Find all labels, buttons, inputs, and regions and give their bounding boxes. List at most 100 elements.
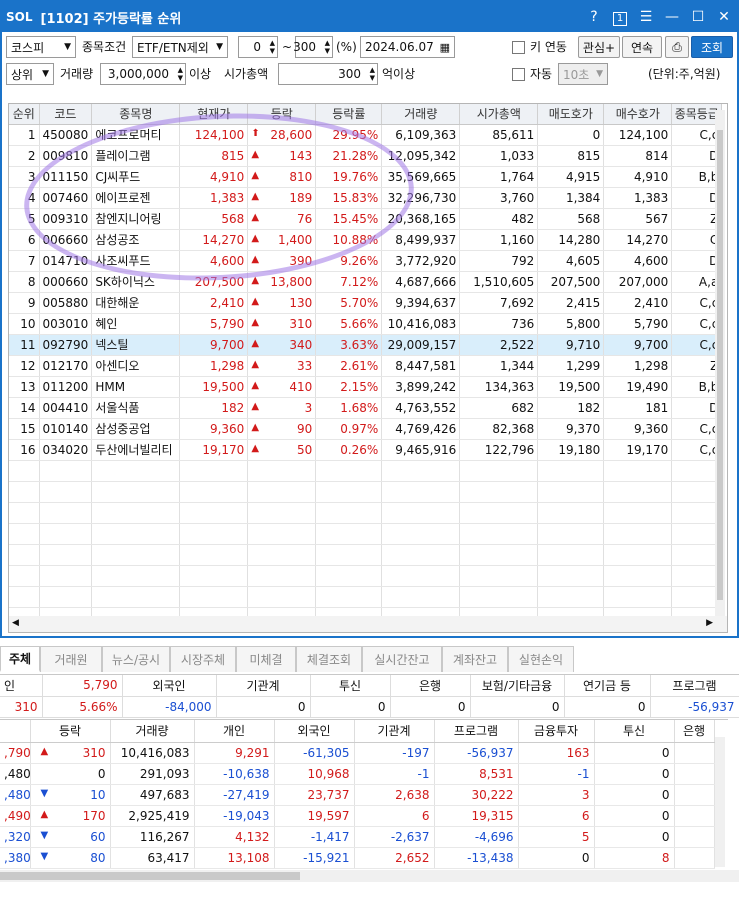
tab-6[interactable]: 체결조회 bbox=[296, 646, 362, 672]
key-link-checkbox[interactable] bbox=[512, 41, 525, 54]
rank-cell: 12 bbox=[9, 355, 40, 377]
column-header[interactable]: 시가총액 bbox=[459, 104, 539, 125]
column-header[interactable]: 등락률 bbox=[315, 104, 383, 125]
scroll-thumb[interactable] bbox=[717, 130, 723, 600]
table-row[interactable]: 8 000660 SK하이닉스 207,500 ▲ 13,800 7.12% 4,687,66… bbox=[9, 271, 723, 293]
flow-cell: 4,132 bbox=[194, 826, 275, 848]
table-row[interactable]: 2 009810 플레이그램 815 ▲ 143 21.28% 12,095,342 1,033… bbox=[9, 145, 723, 167]
up-triangle-icon: ▲ bbox=[251, 232, 260, 244]
tab-5[interactable]: 미체결 bbox=[236, 646, 296, 672]
stepper-icon[interactable]: ▲ ▼ bbox=[270, 39, 275, 55]
query-button[interactable]: 조회 bbox=[691, 36, 733, 58]
table-row[interactable]: 4 007460 에이프로젠 1,383 ▲ 189 15.83% 32,296,730 3,7… bbox=[9, 187, 723, 209]
date-field[interactable]: 2024.06.07 ▦ bbox=[360, 36, 455, 58]
ask-cell: 1,299 bbox=[537, 355, 605, 377]
auto-checkbox[interactable] bbox=[512, 68, 525, 81]
ask-cell: 4,915 bbox=[537, 166, 605, 188]
name-cell: SK하이닉스 bbox=[91, 271, 181, 293]
market-select[interactable]: 코스피 ▼ bbox=[6, 36, 76, 58]
bid-cell: 19,490 bbox=[603, 376, 673, 398]
table-row[interactable]: 11 092790 넥스틸 9,700 ▲ 340 3.63% 29,009,157 2,522… bbox=[9, 334, 723, 356]
price-cell: 9,700 bbox=[179, 334, 249, 356]
cap-spinner[interactable]: 300 ▲ ▼ bbox=[278, 63, 378, 85]
stepper-icon[interactable]: ▲ ▼ bbox=[370, 66, 375, 82]
up-arrow-icon: ⬆ bbox=[251, 127, 260, 139]
to-spinner[interactable]: 300 ▲ ▼ bbox=[293, 36, 333, 58]
investor-value: 0 bbox=[310, 696, 391, 718]
scroll-right-icon[interactable]: ▶ bbox=[706, 618, 713, 628]
tab-1[interactable]: 주체 bbox=[0, 646, 40, 672]
minimize-icon[interactable]: — bbox=[659, 9, 685, 25]
table-row[interactable]: 1 450080 에코프로머티 124,100 ⬆ 28,600 29.95% 6,109,3… bbox=[9, 124, 723, 146]
column-header[interactable]: 등락 bbox=[247, 104, 317, 125]
column-header[interactable]: 코드 bbox=[39, 104, 93, 125]
interval-select[interactable]: 10초 ▼ bbox=[558, 63, 608, 85]
interest-add-button[interactable]: 관심+ bbox=[578, 36, 620, 58]
empty-cell bbox=[39, 523, 93, 545]
from-spinner[interactable]: 0 ▲ ▼ bbox=[238, 36, 278, 58]
cond-select[interactable]: ETF/ETN제외 ▼ bbox=[132, 36, 228, 58]
tab-2[interactable]: 거래원 bbox=[40, 646, 102, 672]
calendar-icon[interactable]: ▦ bbox=[440, 41, 450, 54]
table-row[interactable]: 12 012170 아센디오 1,298 ▲ 33 2.61% 8,447,581 1,344 1… bbox=[9, 355, 723, 377]
table-row[interactable]: 9 005880 대한해운 2,410 ▲ 130 5.70% 9,394,637 7,692 2… bbox=[9, 292, 723, 314]
table-row[interactable]: 16 034020 두산에너빌리티 19,170 ▲ 50 0.26% 9,465,916 12… bbox=[9, 439, 723, 461]
change-cell: ▲ 310 bbox=[30, 742, 111, 764]
menu-icon[interactable]: ☰ bbox=[633, 9, 659, 25]
tab-3[interactable]: 뉴스/공시 bbox=[102, 646, 170, 672]
table-row[interactable]: 5 009310 참엔지니어링 568 ▲ 76 15.45% 20,368,165 482 56… bbox=[9, 208, 723, 230]
change-cell: 0 bbox=[30, 763, 111, 785]
column-header[interactable]: 매도호가 bbox=[537, 104, 605, 125]
table-row[interactable]: 10 003010 혜인 5,790 ▲ 310 5.66% 10,416,083 736 5,8… bbox=[9, 313, 723, 335]
horizontal-scrollbar[interactable]: ◀ ▶ bbox=[9, 616, 727, 632]
tab-9[interactable]: 실현손익 bbox=[508, 646, 574, 672]
print-icon[interactable]: ⎙ bbox=[665, 36, 689, 58]
detail-vertical-scrollbar[interactable] bbox=[715, 737, 725, 867]
flow-cell: 8,531 bbox=[434, 763, 519, 785]
scroll-left-icon[interactable]: ◀ bbox=[12, 618, 19, 628]
flow-cell: -10,638 bbox=[194, 763, 275, 785]
detail-row[interactable]: ,320 ▼ 60 116,267 4,132 -1,417 -2,637 -4,696 5 0 bbox=[0, 826, 715, 848]
rank-select[interactable]: 상위 ▼ bbox=[6, 63, 54, 85]
detail-horizontal-scrollbar[interactable] bbox=[0, 870, 739, 882]
column-header[interactable]: 현재가 bbox=[179, 104, 249, 125]
table-row[interactable]: 3 011150 CJ씨푸드 4,910 ▲ 810 19.76% 35,569,665 1,7… bbox=[9, 166, 723, 188]
column-header[interactable]: 순위 bbox=[9, 104, 40, 125]
detail-row[interactable]: ,380 ▼ 80 63,417 13,108 -15,921 2,652 -13,438 0 8 bbox=[0, 847, 715, 869]
stepper-icon[interactable]: ▲ ▼ bbox=[178, 66, 183, 82]
maximize-icon[interactable]: ☐ bbox=[685, 9, 711, 25]
table-row[interactable]: 13 011200 HMM 19,500 ▲ 410 2.15% 3,899,242 134,3… bbox=[9, 376, 723, 398]
tab-4[interactable]: 시장주체 bbox=[170, 646, 236, 672]
column-header[interactable]: 매수호가 bbox=[603, 104, 673, 125]
column-header[interactable]: 거래량 bbox=[381, 104, 461, 125]
column-header[interactable]: 종목명 bbox=[91, 104, 181, 125]
one-icon[interactable]: 1 bbox=[607, 9, 633, 26]
close-icon[interactable]: ✕ bbox=[711, 9, 737, 25]
flow-cell: 2,638 bbox=[354, 784, 435, 806]
scroll-thumb[interactable] bbox=[0, 872, 300, 880]
detail-row[interactable]: ,480 0 291,093 -10,638 10,968 -1 8,531 -1 0 bbox=[0, 763, 715, 785]
detail-row[interactable]: ,490 ▲ 170 2,925,419 -19,043 19,597 6 19,315 6 0 bbox=[0, 805, 715, 827]
rank-cell: 14 bbox=[9, 397, 40, 419]
table-row[interactable]: 14 004410 서울식품 182 ▲ 3 1.68% 4,763,552 682 182 181… bbox=[9, 397, 723, 419]
bid-cell: 207,000 bbox=[603, 271, 673, 293]
stepper-icon[interactable]: ▲ ▼ bbox=[325, 39, 330, 55]
flow-cell: 9,291 bbox=[194, 742, 275, 764]
tab-8[interactable]: 계좌잔고 bbox=[442, 646, 508, 672]
flow-cell: -61,305 bbox=[274, 742, 355, 764]
empty-cell bbox=[603, 565, 673, 587]
empty-cell bbox=[9, 565, 40, 587]
volume-spinner[interactable]: 3,000,000 ▲ ▼ bbox=[100, 63, 186, 85]
detail-row[interactable]: ,480 ▼ 10 497,683 -27,419 23,737 2,638 30,222 3 0 bbox=[0, 784, 715, 806]
detail-row[interactable]: ,790 ▲ 310 10,416,083 9,291 -61,305 -197 -56,93… bbox=[0, 742, 715, 764]
flow-cell: 3 bbox=[518, 784, 595, 806]
flow-cell: -19,043 bbox=[194, 805, 275, 827]
vertical-scrollbar[interactable] bbox=[715, 110, 725, 618]
help-icon[interactable]: ? bbox=[581, 9, 607, 25]
table-row[interactable]: 15 010140 삼성중공업 9,360 ▲ 90 0.97% 4,769,426 82,36… bbox=[9, 418, 723, 440]
continuous-button[interactable]: 연속 bbox=[622, 36, 662, 58]
empty-cell bbox=[179, 523, 249, 545]
table-row[interactable]: 6 006660 삼성공조 14,270 ▲ 1,400 10.88% 8,499,937 1,… bbox=[9, 229, 723, 251]
table-row[interactable]: 7 014710 사조씨푸드 4,600 ▲ 390 9.26% 3,772,920 792 4,… bbox=[9, 250, 723, 272]
tab-7[interactable]: 실시간잔고 bbox=[362, 646, 442, 672]
